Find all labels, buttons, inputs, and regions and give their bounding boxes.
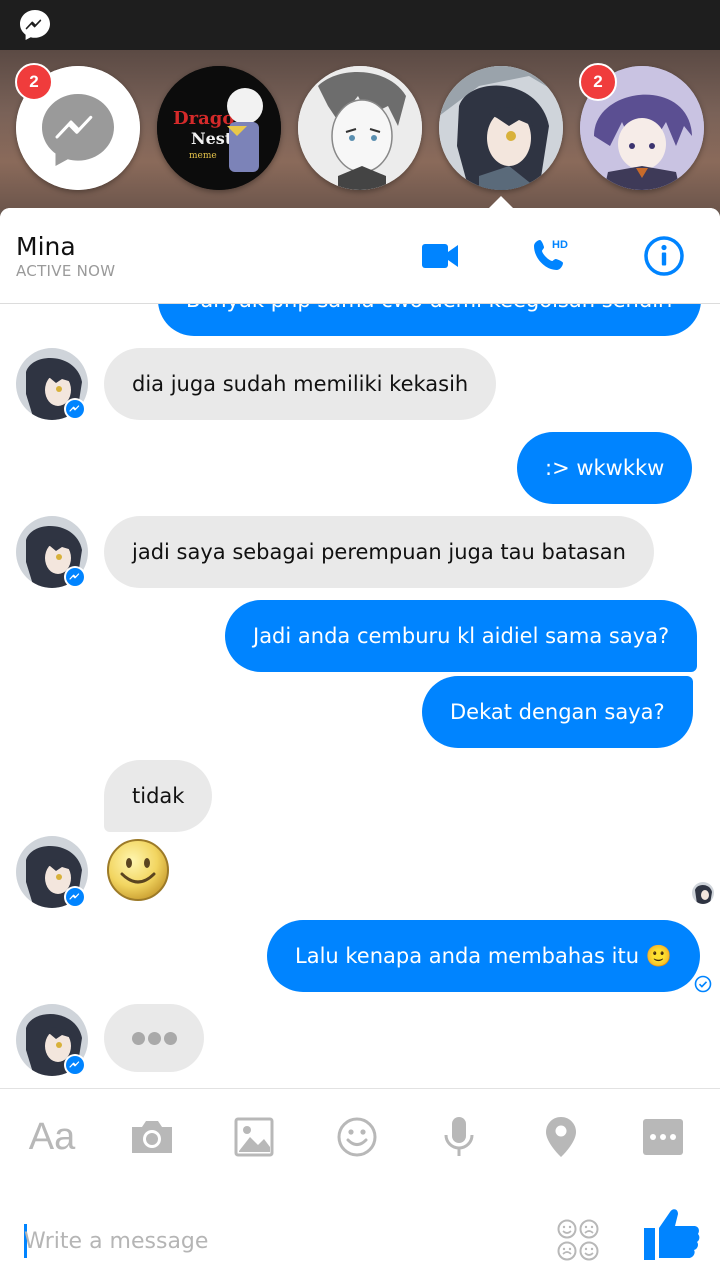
microphone-icon: [444, 1117, 474, 1156]
active-status: ACTIVE NOW: [16, 262, 116, 280]
message-bubble-outgoing[interactable]: Jadi anda cemburu kl aidiel sama saya?: [225, 600, 698, 672]
mina-avatar-icon: [439, 66, 563, 190]
text-format-button[interactable]: Aa: [28, 1113, 76, 1161]
like-thumb-icon[interactable]: [642, 1204, 702, 1264]
stickers-icon[interactable]: [556, 1218, 600, 1262]
camera-button[interactable]: [128, 1113, 176, 1161]
contact-name[interactable]: Mina: [16, 232, 76, 261]
more-icon: [643, 1119, 683, 1155]
emoji-button[interactable]: [333, 1113, 381, 1161]
chat-heads-bar: 2 Dragon Nest meme 2: [0, 50, 720, 210]
more-button[interactable]: [639, 1113, 687, 1161]
mina-avatar-icon: [692, 882, 714, 904]
emoji-icon: [337, 1117, 377, 1157]
gallery-icon: [234, 1117, 274, 1157]
status-bar: [0, 0, 720, 50]
messenger-logo-icon: [20, 10, 50, 40]
messenger-badge-icon: [64, 398, 86, 420]
message-list[interactable]: Banyak php sama cwo demi keegoisan sendi…: [0, 304, 720, 1089]
seen-indicator-avatar: [692, 882, 714, 904]
gallery-button[interactable]: [230, 1113, 278, 1161]
video-call-icon[interactable]: [418, 234, 462, 278]
composer-toolbar: Aa: [0, 1088, 720, 1184]
message-bubble-incoming[interactable]: dia juga sudah memiliki kekasih: [104, 348, 497, 420]
svg-text:Nest: Nest: [191, 129, 233, 148]
message-bubble-incoming[interactable]: tidak: [104, 760, 213, 832]
unread-badge: 2: [579, 63, 617, 101]
chat-head-mina[interactable]: [439, 66, 563, 190]
message-bubble-outgoing[interactable]: Dekat dengan saya?: [422, 676, 693, 748]
location-button[interactable]: [537, 1113, 585, 1161]
messenger-badge-icon: [64, 886, 86, 908]
message-bubble-outgoing[interactable]: Banyak php sama cwo demi keegoisan sendi…: [158, 304, 701, 336]
message-bubble-outgoing[interactable]: :> wkwkkw: [517, 432, 693, 504]
phone-call-icon[interactable]: HD: [530, 234, 574, 278]
camera-icon: [132, 1121, 172, 1153]
messenger-badge-icon: [64, 1054, 86, 1076]
chat-head-manga-boy[interactable]: [298, 66, 422, 190]
chat-head-dragon-nest[interactable]: Dragon Nest meme: [157, 66, 281, 190]
sent-check-icon: [694, 975, 712, 993]
unread-badge: 2: [15, 63, 53, 101]
svg-text:meme: meme: [189, 151, 217, 161]
hd-label: HD: [552, 239, 568, 251]
message-input[interactable]: [24, 1220, 504, 1262]
microphone-button[interactable]: [435, 1113, 483, 1161]
chat-panel: Mina ACTIVE NOW HD Banyak php sama cwo d…: [0, 208, 720, 1280]
message-bubble-outgoing[interactable]: Lalu kenapa anda membahas itu 🙂: [267, 920, 700, 992]
smiley-emoji-icon[interactable]: [106, 838, 170, 902]
manga-boy-avatar-icon: [298, 66, 422, 190]
dragon-nest-avatar-icon: Dragon Nest meme: [157, 66, 281, 190]
info-icon[interactable]: [642, 234, 686, 278]
messenger-badge-icon: [64, 566, 86, 588]
typing-indicator: [104, 1004, 204, 1072]
chat-header: Mina ACTIVE NOW HD: [0, 208, 720, 304]
location-icon: [546, 1117, 576, 1157]
message-composer: [0, 1184, 720, 1280]
message-bubble-incoming[interactable]: jadi saya sebagai perempuan juga tau bat…: [104, 516, 654, 588]
